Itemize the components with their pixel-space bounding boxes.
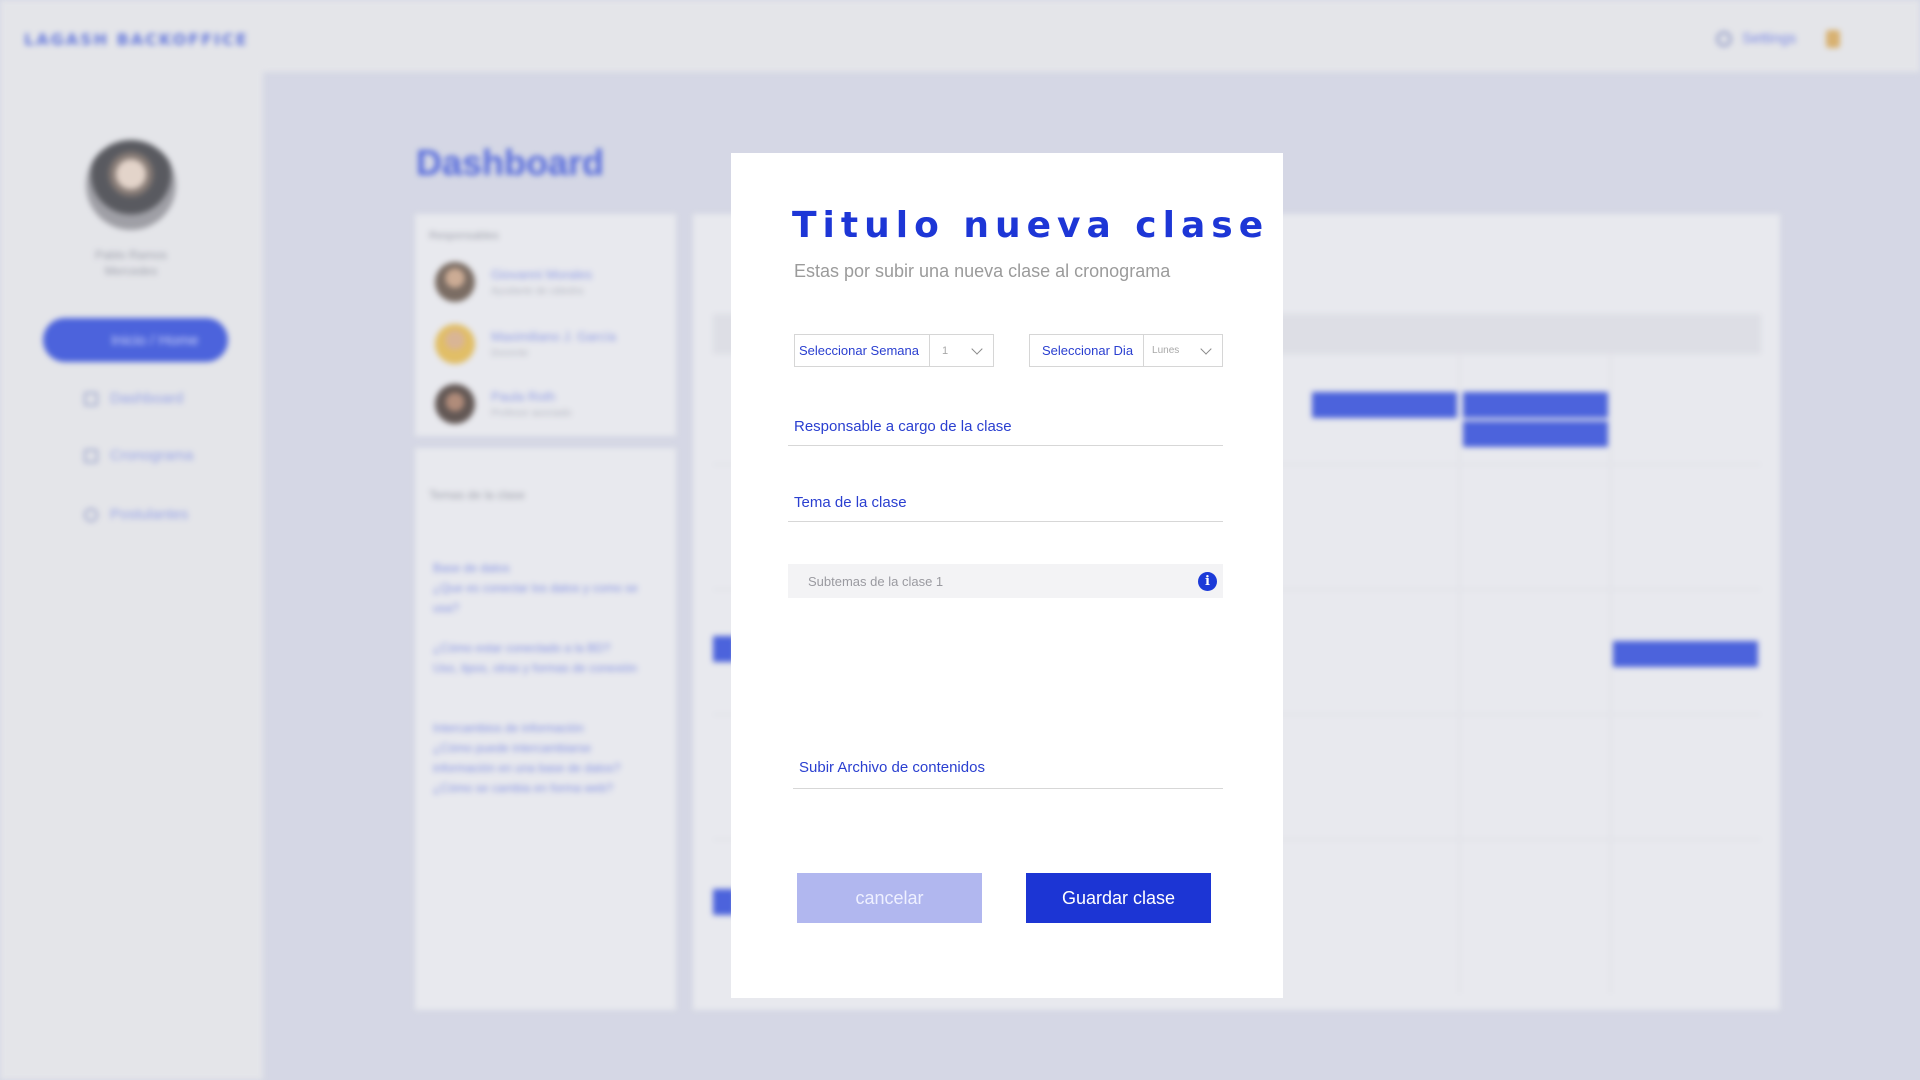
modal-title: Titulo nueva clase [792, 205, 1270, 246]
tema-placeholder: Tema de la clase [794, 494, 907, 511]
responsable-placeholder: Responsable a cargo de la clase [794, 418, 1012, 435]
week-select-value: 1 [941, 344, 949, 357]
subtemas-input[interactable]: Subtemas de la clase 1 i [788, 564, 1223, 598]
save-class-button[interactable]: Guardar clase [1026, 873, 1211, 923]
cancel-button[interactable]: cancelar [797, 873, 982, 923]
info-icon[interactable]: i [1198, 572, 1217, 591]
modal-subtitle: Estas por subir una nueva clase al crono… [794, 261, 1171, 281]
week-select-label: Seleccionar Semana [795, 335, 930, 366]
chevron-down-icon [971, 342, 983, 355]
responsable-field[interactable]: Responsable a cargo de la clase [788, 418, 1223, 446]
upload-file-label: Subir Archivo de contenidos [799, 759, 985, 776]
day-select-label: Seleccionar Dia [1030, 335, 1145, 366]
upload-file-field[interactable]: Subir Archivo de contenidos [793, 759, 1223, 789]
week-select[interactable]: Seleccionar Semana 1 [794, 334, 994, 367]
chevron-down-icon [1200, 342, 1212, 355]
new-class-modal: Titulo nueva clase Estas por subir una n… [731, 153, 1283, 998]
day-select[interactable]: Seleccionar Dia Lunes [1029, 334, 1223, 367]
day-select-value: Lunes [1152, 345, 1180, 356]
tema-field[interactable]: Tema de la clase [788, 494, 1223, 522]
subtemas-placeholder: Subtemas de la clase 1 [808, 573, 944, 589]
